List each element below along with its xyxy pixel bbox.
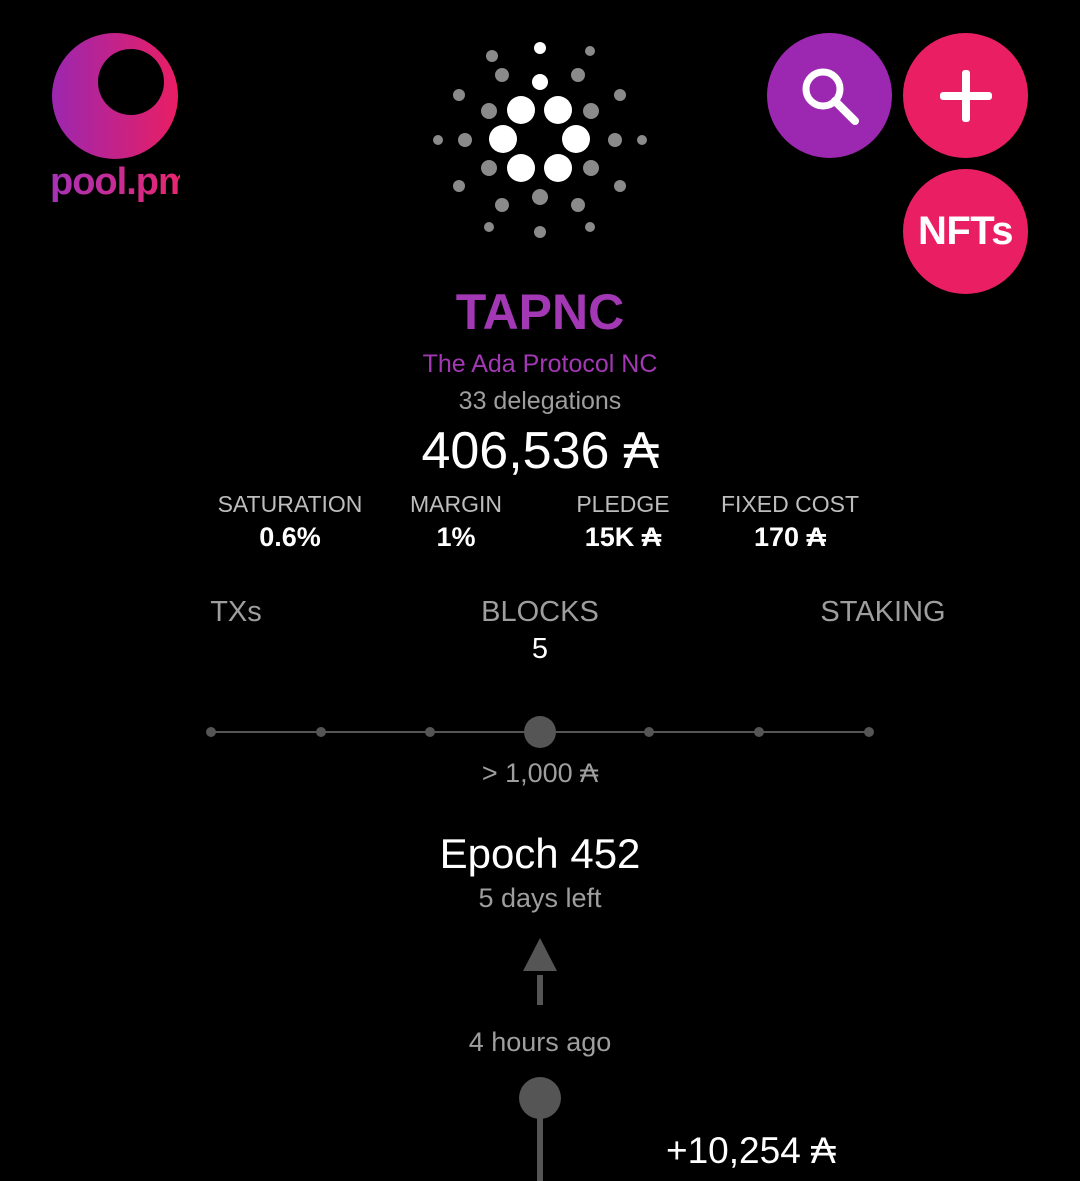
slider-step[interactable]: [754, 727, 764, 737]
logo-text: pool.pm: [50, 161, 192, 203]
stat-value: 0.6%: [259, 522, 321, 552]
search-button[interactable]: [767, 33, 892, 158]
cardano-icon: [433, 42, 647, 238]
nfts-button[interactable]: NFTs: [903, 169, 1028, 294]
stat-pledge: PLEDGE 15K ₳: [563, 491, 683, 553]
stat-label: FIXED COST: [720, 491, 859, 517]
poolpm-logo-icon: [52, 33, 178, 159]
slider-step[interactable]: [316, 727, 326, 737]
slider-step[interactable]: [644, 727, 654, 737]
poolpm-logo[interactable]: pool.pm: [50, 33, 192, 203]
tab-label: STAKING: [820, 596, 946, 628]
add-button[interactable]: [903, 33, 1028, 158]
amount-filter-slider[interactable]: [200, 712, 880, 752]
tab-label: TXs: [210, 596, 262, 628]
tab-count: 5: [531, 633, 549, 665]
slider-step[interactable]: [864, 727, 874, 737]
plus-icon: [939, 69, 992, 122]
epoch-title: Epoch 452: [439, 830, 641, 877]
tx-subtext: ...: [666, 1173, 684, 1181]
timeline-node[interactable]: [519, 1077, 561, 1119]
stat-label: MARGIN: [410, 491, 502, 517]
tab-txs[interactable]: TXs: [176, 596, 296, 629]
slider-step[interactable]: [206, 727, 216, 737]
stat-margin: MARGIN 1%: [396, 491, 516, 553]
epoch-remaining: 5 days left: [478, 883, 602, 913]
slider-step[interactable]: [425, 727, 435, 737]
stat-value: 1%: [436, 522, 476, 552]
arrow-up-icon: [523, 938, 557, 971]
slider-thumb[interactable]: [524, 716, 556, 748]
pool-name[interactable]: The Ada Protocol NC: [0, 350, 1080, 379]
delegations-count: 33 delegations: [458, 387, 622, 415]
nfts-button-label: NFTs: [917, 209, 1014, 253]
filter-threshold-label: > 1,000 ₳: [481, 758, 599, 788]
stat-label: SATURATION: [217, 491, 363, 517]
pool-ticker: TAPNC: [455, 284, 625, 340]
search-icon: [802, 68, 859, 125]
tab-label: BLOCKS: [481, 596, 599, 628]
pool-page: pool.pm NFTs TAPNC The Ada Protocol NC 3…: [0, 0, 1080, 1181]
block-time-ago: 4 hours ago: [468, 1027, 612, 1057]
tab-blocks[interactable]: BLOCKS 5: [460, 596, 620, 666]
stat-fixed-cost: FIXED COST 170 ₳: [710, 491, 870, 553]
timeline-stem: [537, 975, 543, 1005]
timeline-line: [537, 1110, 543, 1181]
stat-value: 170 ₳: [753, 522, 827, 552]
stat-label: PLEDGE: [576, 491, 670, 517]
live-stake: 406,536 ₳: [421, 422, 659, 480]
tx-amount[interactable]: +10,254 ₳: [666, 1130, 836, 1172]
stat-value: 15K ₳: [584, 522, 662, 552]
stat-saturation: SATURATION 0.6%: [210, 491, 370, 553]
tab-staking[interactable]: STAKING: [803, 596, 963, 629]
